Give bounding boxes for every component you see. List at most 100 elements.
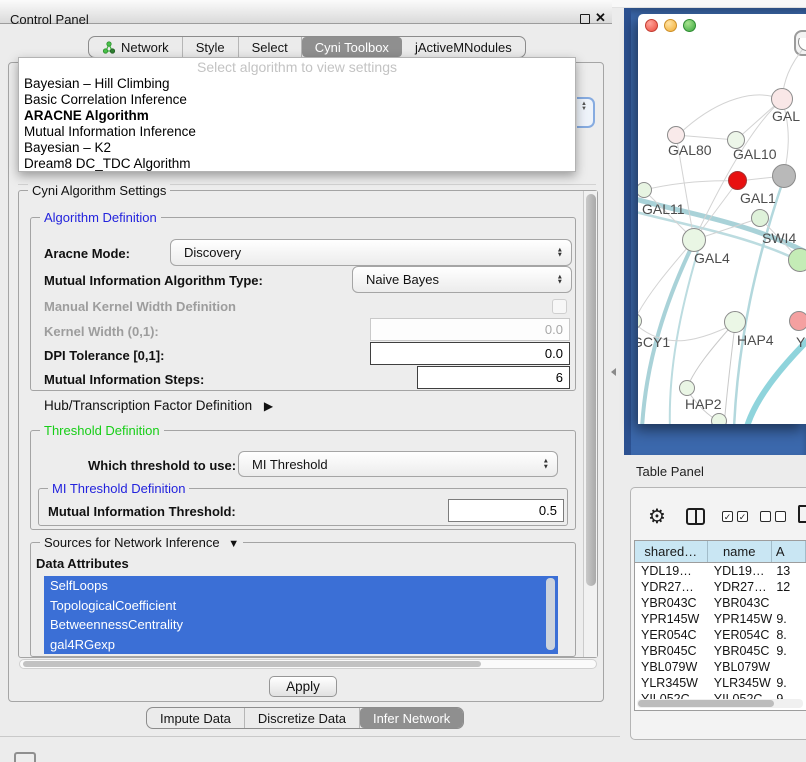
close-icon[interactable]: ✕ — [595, 10, 606, 26]
which-threshold-select[interactable]: MI Threshold ▲▼ — [238, 451, 558, 477]
deselect-checkbox-icon[interactable] — [775, 511, 786, 522]
settings-vertical-scrollbar-thumb[interactable] — [586, 194, 596, 586]
cell: YBL079W — [708, 659, 773, 675]
node-label-partial: Y — [796, 334, 805, 350]
which-threshold-label: Which threshold to use: — [88, 458, 236, 473]
mi-type-select[interactable]: Naive Bayes ▲▼ — [352, 266, 572, 293]
network-node-swi4[interactable] — [788, 248, 806, 272]
gear-icon[interactable]: ⚙ — [648, 504, 666, 529]
node-label-gal1: GAL1 — [740, 190, 776, 206]
network-node-hap2[interactable] — [679, 380, 695, 396]
combo-arrows-icon: ▲▼ — [557, 247, 563, 258]
node-label-hap4: HAP4 — [737, 332, 774, 348]
tab-infer-network[interactable]: Infer Network — [360, 708, 463, 728]
window-close-icon[interactable] — [645, 19, 658, 32]
network-node[interactable] — [711, 413, 727, 424]
window-zoom-icon[interactable] — [683, 19, 696, 32]
column-header-name[interactable]: name — [708, 541, 772, 562]
dropdown-item-selected[interactable]: ARACNE Algorithm — [19, 108, 575, 124]
column-header-shared-name[interactable]: shared… — [635, 541, 708, 562]
tab-network[interactable]: Network — [89, 37, 183, 57]
table-row[interactable]: YDR27… YDR27… 12 — [635, 579, 806, 595]
tab-style[interactable]: Style — [183, 37, 239, 57]
table-row[interactable]: YBL079W YBL079W — [635, 659, 806, 675]
network-node-gray[interactable] — [772, 164, 796, 188]
document-icon[interactable] — [798, 505, 806, 523]
tab-select[interactable]: Select — [239, 37, 302, 57]
network-node-selected-red[interactable] — [728, 171, 747, 190]
combo-arrows-icon: ▲▼ — [543, 459, 549, 470]
dropdown-placeholder: Select algorithm to view settings — [19, 58, 575, 76]
table-row[interactable]: YER054C YER054C 8. — [635, 627, 806, 643]
manual-kernel-checkbox[interactable] — [552, 299, 567, 314]
table-horizontal-scrollbar-thumb[interactable] — [638, 700, 774, 707]
dropdown-item[interactable]: Bayesian – Hill Climbing — [19, 76, 575, 92]
tab-impute-data[interactable]: Impute Data — [147, 708, 245, 728]
cell: YDL19… — [708, 563, 773, 579]
deselect-checkbox-icon[interactable] — [760, 511, 771, 522]
tab-cyni-toolbox[interactable]: Cyni Toolbox — [302, 37, 402, 57]
which-threshold-value: MI Threshold — [252, 457, 328, 472]
table-row[interactable]: YPR145W YPR145W 9. — [635, 611, 806, 627]
select-all-checkbox-icon[interactable]: ✓ — [737, 511, 748, 522]
dropdown-item[interactable]: Bayesian – K2 — [19, 140, 575, 156]
panel-bottom-divider — [0, 736, 620, 737]
column-header-partial[interactable]: A — [772, 541, 806, 562]
dpi-tolerance-field[interactable]: 0.0 — [370, 342, 570, 365]
network-node-pink[interactable] — [789, 311, 806, 331]
network-node[interactable] — [771, 88, 793, 110]
sources-title-row[interactable]: Sources for Network Inference ▼ — [40, 535, 243, 550]
table-row[interactable]: YLR345W YLR345W 9. — [635, 675, 806, 691]
tab-infer-network-label: Infer Network — [373, 711, 450, 726]
float-window-icon[interactable] — [580, 14, 590, 24]
attribute-item-selected[interactable]: TopologicalCoefficient — [44, 596, 558, 616]
aracne-mode-select[interactable]: Discovery ▲▼ — [170, 239, 572, 266]
node-label-hap2: HAP2 — [685, 396, 722, 412]
tab-impute-data-label: Impute Data — [160, 711, 231, 726]
network-node-gal1[interactable] — [751, 209, 769, 227]
partial-bottom-icon[interactable] — [14, 752, 36, 762]
table-horizontal-scrollbar[interactable] — [637, 699, 803, 708]
kernel-width-field[interactable]: 0.0 — [370, 318, 570, 341]
settings-vertical-scrollbar[interactable] — [583, 191, 597, 657]
select-all-checkbox-icon[interactable]: ✓ — [722, 511, 733, 522]
network-node-hap4[interactable] — [724, 311, 746, 333]
dropdown-item[interactable]: Dream8 DC_TDC Algorithm — [19, 156, 575, 172]
combo-arrows-icon: ▲▼ — [557, 274, 563, 285]
attributes-list-scrollbar-thumb[interactable] — [546, 578, 555, 650]
table-row[interactable]: YBR043C YBR043C — [635, 595, 806, 611]
tab-jactivemnodules[interactable]: jActiveMNodules — [402, 37, 525, 57]
hub-definition-toggle[interactable]: Hub/Transcription Factor Definition ▶ — [44, 398, 273, 413]
attribute-item-selected[interactable]: SelfLoops — [44, 576, 558, 596]
splitter-collapse-icon[interactable] — [611, 368, 616, 376]
hub-definition-label: Hub/Transcription Factor Definition — [44, 398, 252, 413]
settings-horizontal-scrollbar-thumb[interactable] — [23, 661, 481, 667]
network-node-gal4[interactable] — [682, 228, 706, 252]
cell: YLR345W — [708, 675, 773, 691]
mi-type-label: Mutual Information Algorithm Type: — [44, 273, 263, 288]
settings-horizontal-scrollbar[interactable] — [19, 659, 597, 669]
table-row[interactable]: YBR045C YBR045C 9. — [635, 643, 806, 659]
network-window[interactable]: GAL GAL80 GAL10 GAL11 GAL1 SWI4 GAL4 GCY… — [638, 14, 806, 424]
dropdown-item[interactable]: Mutual Information Inference — [19, 124, 575, 140]
cell: YBR043C — [635, 595, 708, 611]
table-rows: YDL19… YDL19… 13 YDR27… YDR27… 12 YBR043… — [635, 563, 806, 700]
columns-icon[interactable] — [686, 508, 705, 525]
cell: 8. — [772, 627, 806, 643]
attribute-item-selected[interactable]: BetweennessCentrality — [44, 615, 558, 635]
apply-button[interactable]: Apply — [269, 676, 337, 697]
attribute-item-selected[interactable]: gal4RGexp — [44, 635, 558, 655]
window-minimize-icon[interactable] — [664, 19, 677, 32]
cell: YPR145W — [708, 611, 773, 627]
mi-threshold-field[interactable]: 0.5 — [448, 499, 564, 522]
dropdown-item[interactable]: Basic Correlation Inference — [19, 92, 575, 108]
tab-network-label: Network — [121, 40, 169, 55]
cell — [772, 595, 806, 611]
network-canvas[interactable]: GAL GAL80 GAL10 GAL11 GAL1 SWI4 GAL4 GCY… — [638, 38, 806, 424]
cell: YBR045C — [708, 643, 773, 659]
tab-discretize-data[interactable]: Discretize Data — [245, 708, 360, 728]
expanded-arrow-icon: ▼ — [228, 538, 239, 550]
mi-steps-field[interactable]: 6 — [417, 366, 570, 389]
table-row[interactable]: YDL19… YDL19… 13 — [635, 563, 806, 579]
dpi-tolerance-label: DPI Tolerance [0,1]: — [44, 348, 164, 363]
